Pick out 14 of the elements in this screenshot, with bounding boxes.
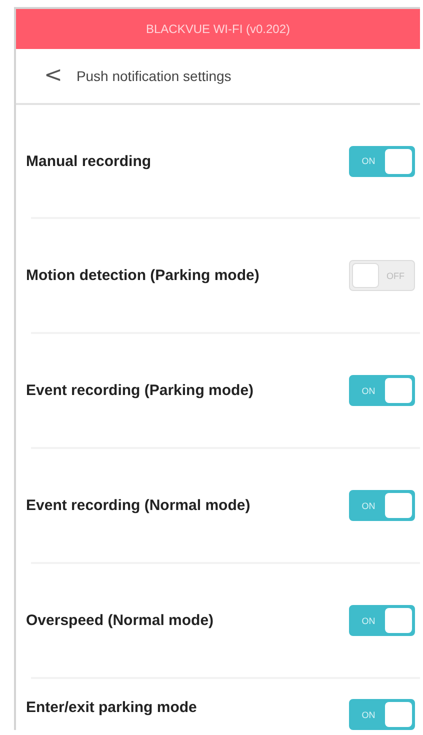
toggle-switch[interactable]: ON: [349, 146, 415, 176]
setting-label: Manual recording: [26, 152, 152, 170]
setting-label: Motion detection (Parking mode): [26, 267, 260, 284]
app-title: BLACKVUE WI-FI (v0.202): [146, 22, 290, 36]
toggle-switch[interactable]: ON: [349, 605, 415, 636]
setting-label: Event recording (Parking mode): [26, 382, 254, 399]
toggle-switch[interactable]: ON: [349, 699, 415, 730]
setting-label: Overspeed (Normal mode): [26, 612, 214, 629]
toggle-switch[interactable]: ON: [349, 490, 415, 521]
setting-label: Enter/exit parking mode: [26, 699, 197, 716]
toggle-switch[interactable]: ON: [349, 375, 415, 406]
back-button[interactable]: <: [44, 65, 62, 87]
page-title: Push notification settings: [76, 68, 232, 84]
setting-label: Event recording (Normal mode): [26, 497, 250, 514]
